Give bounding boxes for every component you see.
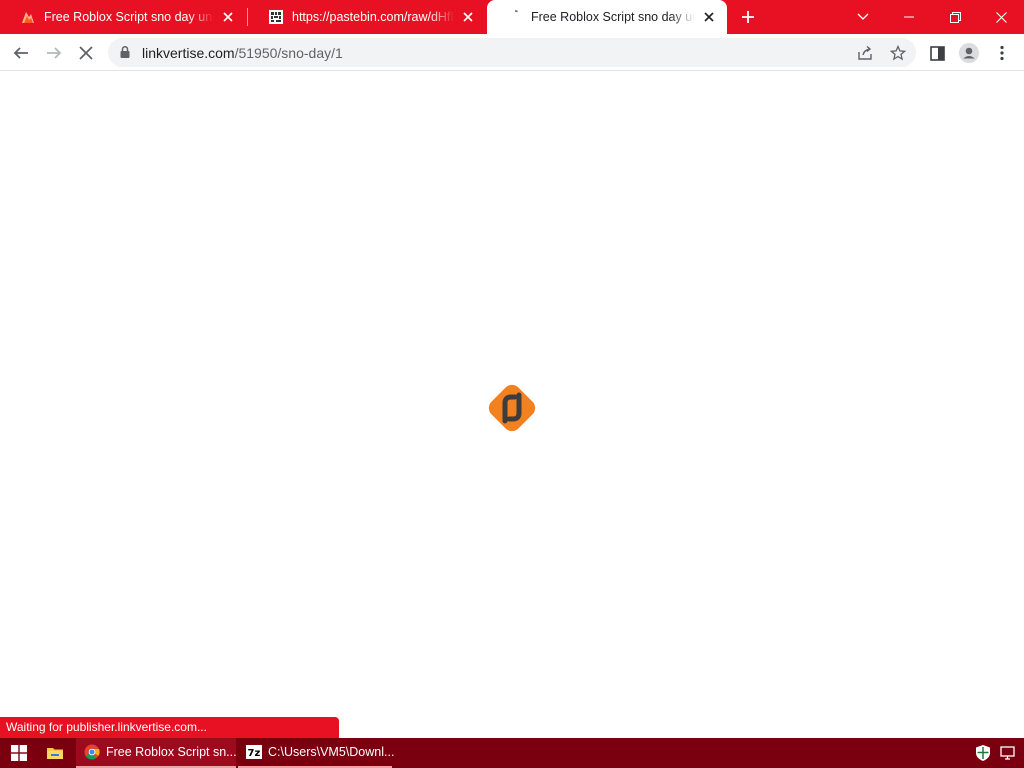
forward-button[interactable] (41, 40, 67, 66)
start-button[interactable] (0, 738, 38, 768)
tab-title: Free Roblox Script sno day unlock (44, 10, 214, 24)
close-icon[interactable] (460, 9, 476, 25)
linkvertise-logo-icon (481, 377, 543, 439)
stop-loading-button[interactable] (73, 40, 99, 66)
chevron-down-icon (857, 13, 869, 20)
minimize-icon (904, 16, 914, 18)
close-window-button[interactable] (978, 0, 1024, 34)
share-icon[interactable] (854, 42, 876, 64)
file-explorer-button[interactable] (46, 738, 70, 768)
side-panel-icon (929, 45, 945, 61)
plus-icon (742, 11, 754, 23)
address-bar[interactable]: linkvertise.com/51950/sno-day/1 (108, 38, 916, 67)
page-content (0, 71, 1024, 738)
tab-pastebin[interactable]: https://pastebin.com/raw/dHfB2s (248, 0, 486, 34)
tab-title: https://pastebin.com/raw/dHfB2s (292, 10, 454, 24)
roblox-flame-icon (20, 9, 36, 25)
taskbar-item-label: Free Roblox Script sn... (106, 745, 237, 759)
status-bubble: Waiting for publisher.linkvertise.com... (0, 717, 339, 738)
windows-security-icon[interactable] (974, 744, 992, 762)
windows-taskbar: Free Roblox Script sn... 7z C:\Users\VM5… (0, 738, 1024, 768)
tab-search-button[interactable] (840, 0, 886, 34)
svg-text:7z: 7z (248, 748, 261, 759)
stop-icon (79, 46, 93, 60)
restore-button[interactable] (932, 0, 978, 34)
lock-icon[interactable] (118, 45, 132, 59)
browser-toolbar: linkvertise.com/51950/sno-day/1 (0, 34, 1024, 71)
restore-icon (949, 11, 961, 23)
tab-strip: Free Roblox Script sno day unlock https:… (0, 0, 1024, 34)
arrow-left-icon (13, 47, 28, 59)
network-icon[interactable] (999, 744, 1017, 762)
chrome-icon (84, 744, 100, 760)
tab-title: Free Roblox Script sno day unlock (531, 10, 695, 24)
new-tab-button[interactable] (736, 5, 760, 29)
loading-icon (507, 9, 523, 25)
profile-button[interactable] (956, 40, 982, 66)
taskbar-item-label: C:\Users\VM5\Downl... (268, 745, 395, 759)
url-host: linkvertise.com (142, 45, 235, 61)
close-icon (995, 11, 1007, 23)
taskbar-item-7zip[interactable]: 7z C:\Users\VM5\Downl... (238, 738, 395, 768)
url-path: /51950/sno-day/1 (234, 45, 343, 61)
folder-icon (47, 748, 63, 759)
kebab-menu-icon (1000, 45, 1004, 61)
side-panel-button[interactable] (924, 40, 950, 66)
7zip-icon: 7z (246, 744, 262, 760)
back-button[interactable] (8, 40, 34, 66)
windows-logo-icon (11, 745, 27, 761)
browser-menu-button[interactable] (989, 40, 1015, 66)
avatar-icon (959, 43, 979, 63)
arrow-right-icon (47, 47, 62, 59)
tab-linkvertise-active[interactable]: Free Roblox Script sno day unlock (487, 0, 727, 34)
tab-roblox-script[interactable]: Free Roblox Script sno day unlock (0, 0, 246, 34)
bookmark-star-icon[interactable] (887, 42, 909, 64)
url-text[interactable]: linkvertise.com/51950/sno-day/1 (142, 45, 343, 61)
pastebin-icon (268, 9, 284, 25)
close-icon[interactable] (220, 9, 236, 25)
minimize-button[interactable] (886, 0, 932, 34)
taskbar-item-chrome[interactable]: Free Roblox Script sn... (76, 738, 237, 768)
close-icon[interactable] (701, 9, 717, 25)
